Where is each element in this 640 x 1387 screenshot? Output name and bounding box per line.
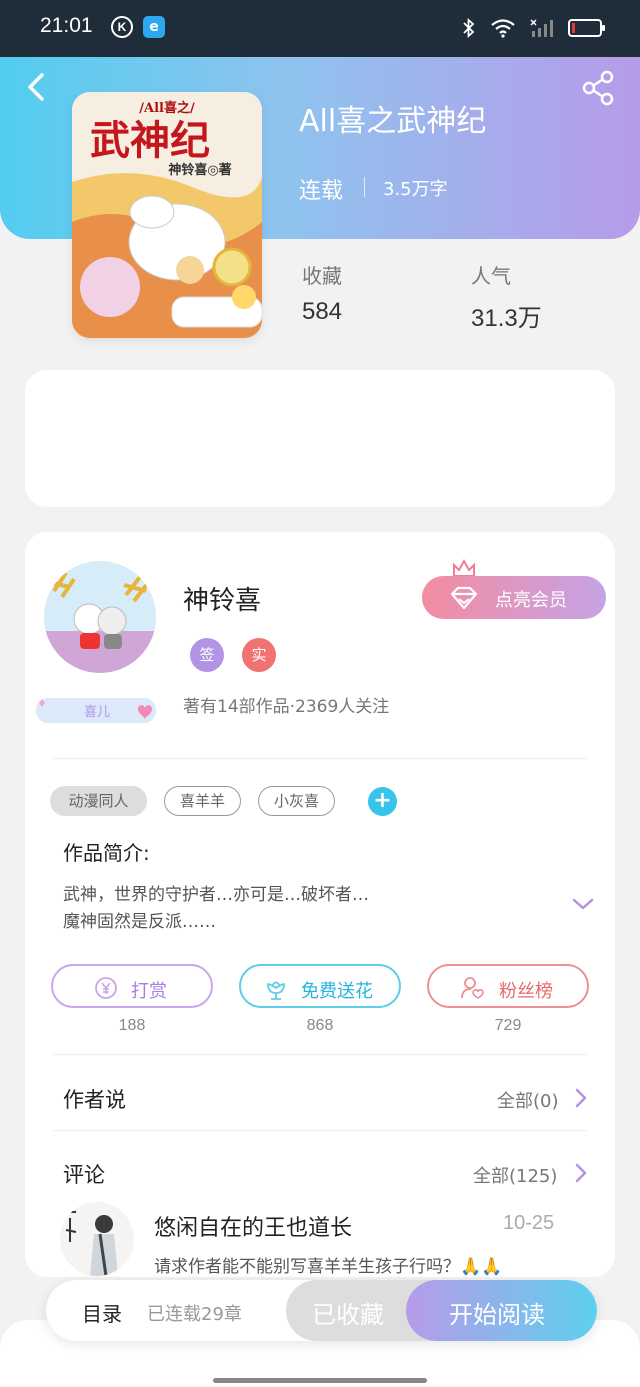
bluetooth-icon bbox=[463, 17, 475, 39]
divider bbox=[53, 758, 587, 759]
share-button[interactable] bbox=[580, 70, 616, 106]
battery-icon bbox=[568, 19, 605, 37]
status-time: 21:01 bbox=[40, 14, 93, 37]
vip-button[interactable]: 点亮会员 bbox=[422, 576, 606, 619]
stat-value-popularity: 31.3万 bbox=[471, 305, 542, 332]
flower-icon bbox=[267, 981, 285, 1000]
intro-title: 作品简介: bbox=[63, 841, 150, 865]
divider bbox=[53, 1130, 587, 1131]
status-icons bbox=[462, 14, 605, 42]
k-app-icon: K bbox=[111, 16, 133, 38]
author-card: 喜儿 神铃喜 签 实 著有14部作品·2369人关注 点亮会员 动漫同人 喜羊羊… bbox=[25, 532, 615, 1277]
cover-title-text: 武神纪 bbox=[90, 117, 210, 164]
book-cover[interactable]: /All喜之/ 武神纪 神铃喜◎著 bbox=[72, 92, 262, 338]
signal-icon bbox=[530, 19, 553, 37]
author-says-all-link[interactable]: 全部(0) bbox=[497, 1087, 559, 1113]
chevron-right-icon[interactable] bbox=[573, 1162, 589, 1184]
commenter-name[interactable]: 悠闲自在的王也道长 bbox=[154, 1210, 352, 1242]
nickname-badge: 喜儿 bbox=[36, 698, 156, 723]
intro-line: 魔神固然是反派…… bbox=[63, 912, 216, 932]
stat-value-favorites: 584 bbox=[302, 298, 343, 325]
stat-label-favorites: 收藏 bbox=[302, 264, 342, 288]
cover-art: /All喜之/ 武神纪 神铃喜◎著 bbox=[72, 92, 262, 338]
comments-title: 评论 bbox=[63, 1163, 105, 1187]
status-bar: 21:01 K e bbox=[0, 0, 640, 57]
commenter-avatar[interactable] bbox=[60, 1202, 134, 1276]
fan-heart-icon bbox=[461, 977, 484, 999]
divider bbox=[53, 1054, 587, 1055]
yen-icon bbox=[95, 977, 117, 999]
book-status: 连载 bbox=[299, 179, 344, 204]
intro-text: 武神，世界的守护者…亦可是…破坏者… 魔神固然是反派…… bbox=[63, 882, 369, 936]
send-flower-button[interactable]: 免费送花 bbox=[239, 964, 401, 1008]
fans-ranking-button[interactable]: 粉丝榜 bbox=[427, 964, 589, 1008]
chapter-count[interactable]: 已连载29章 bbox=[147, 1300, 242, 1326]
back-button[interactable] bbox=[20, 70, 54, 104]
book-word-count: 3.5万字 bbox=[383, 179, 448, 200]
reward-label: 打赏 bbox=[131, 981, 167, 1002]
stat-label-popularity: 人气 bbox=[471, 264, 511, 288]
signed-badge: 签 bbox=[190, 638, 224, 672]
flower-count: 868 bbox=[306, 1017, 334, 1034]
cover-series-text: /All喜之/ bbox=[139, 100, 195, 116]
reward-button[interactable]: 打赏 bbox=[51, 964, 213, 1008]
cover-author-text: 神铃喜◎著 bbox=[168, 162, 231, 178]
author-says-title: 作者说 bbox=[63, 1088, 126, 1112]
tag-item[interactable]: 小灰喜 bbox=[258, 786, 335, 816]
add-tag-button[interactable]: + bbox=[368, 787, 397, 816]
home-indicator[interactable] bbox=[213, 1378, 427, 1383]
comment-text: 请求作者能不能别写喜羊羊生孩子行吗？🙏🙏 bbox=[154, 1257, 503, 1277]
fans-count: 729 bbox=[494, 1017, 522, 1034]
start-reading-button[interactable]: 开始阅读 bbox=[406, 1280, 597, 1341]
author-avatar[interactable] bbox=[44, 561, 156, 673]
nickname-tag: 喜儿 bbox=[84, 705, 110, 720]
e-app-icon: e bbox=[143, 16, 165, 38]
collected-label: 已收藏 bbox=[312, 1301, 384, 1329]
chevron-right-icon[interactable] bbox=[573, 1087, 589, 1109]
book-title: All喜之武神纪 bbox=[299, 104, 487, 139]
author-stats: 著有14部作品·2369人关注 bbox=[183, 697, 390, 717]
toc-button[interactable]: 目录 bbox=[82, 1298, 122, 1327]
comment-date: 10-25 bbox=[503, 1212, 555, 1234]
verified-badge: 实 bbox=[242, 638, 276, 672]
empty-card bbox=[25, 370, 615, 507]
start-reading-label: 开始阅读 bbox=[449, 1301, 545, 1329]
reward-count: 188 bbox=[118, 1017, 146, 1034]
intro-line: 武神，世界的守护者…亦可是…破坏者… bbox=[63, 885, 369, 905]
send-flower-label: 免费送花 bbox=[301, 981, 373, 1002]
status-divider bbox=[364, 177, 365, 197]
fans-ranking-label: 粉丝榜 bbox=[499, 981, 553, 1002]
tag-item[interactable]: 动漫同人 bbox=[50, 786, 147, 816]
diamond-icon bbox=[450, 586, 478, 610]
vip-button-label: 点亮会员 bbox=[495, 590, 567, 611]
comments-all-link[interactable]: 全部(125) bbox=[473, 1162, 557, 1188]
bottom-action-bar: 目录 已连载29章 已收藏 开始阅读 bbox=[46, 1280, 597, 1341]
tag-item[interactable]: 喜羊羊 bbox=[164, 786, 241, 816]
author-name[interactable]: 神铃喜 bbox=[183, 580, 261, 617]
wifi-icon bbox=[491, 19, 515, 38]
chevron-down-icon[interactable] bbox=[571, 892, 595, 916]
